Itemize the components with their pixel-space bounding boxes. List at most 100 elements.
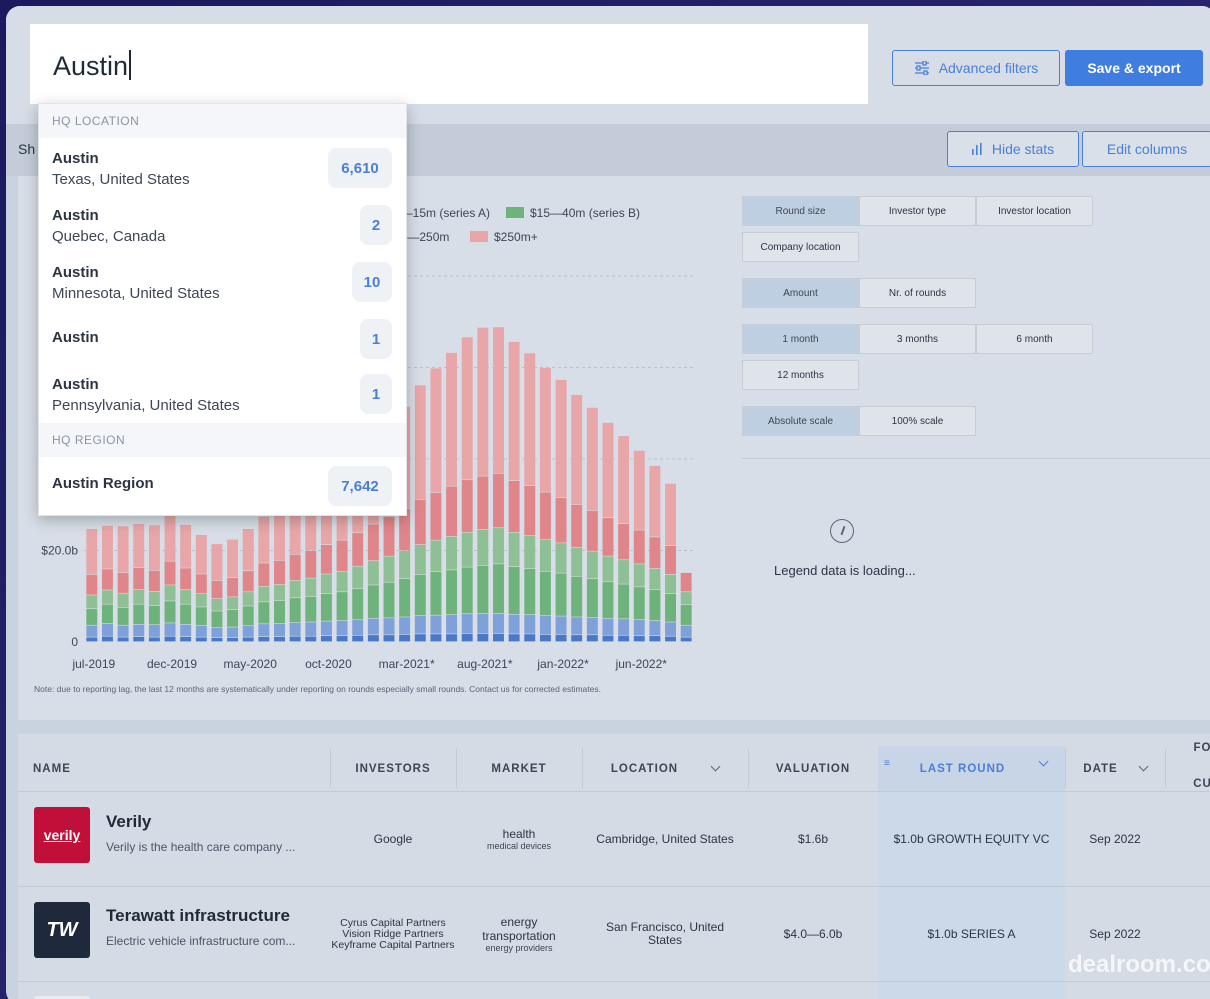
bar-segment[interactable] xyxy=(117,625,129,637)
bar-segment[interactable] xyxy=(539,539,551,571)
bar-segment[interactable] xyxy=(101,569,113,590)
bar-segment[interactable] xyxy=(430,492,442,540)
bar-segment[interactable] xyxy=(242,528,254,571)
bar-segment[interactable] xyxy=(665,622,677,636)
bar-segment[interactable] xyxy=(305,578,317,597)
bar-segment[interactable] xyxy=(586,635,598,642)
bar-segment[interactable] xyxy=(101,604,113,624)
bar-segment[interactable] xyxy=(477,529,489,565)
bar-segment[interactable] xyxy=(461,337,473,480)
header-location[interactable]: LOCATION xyxy=(582,746,748,791)
edit-columns-button[interactable]: Edit columns xyxy=(1082,131,1210,167)
bar-segment[interactable] xyxy=(477,613,489,634)
bar-segment[interactable] xyxy=(430,634,442,642)
bar-segment[interactable] xyxy=(148,570,160,592)
bar-segment[interactable] xyxy=(274,623,285,637)
bar-segment[interactable] xyxy=(539,615,551,635)
option-12-months[interactable]: 12 months xyxy=(742,360,859,390)
bar-segment[interactable] xyxy=(461,567,473,614)
bar-segment[interactable] xyxy=(320,593,332,621)
bar-segment[interactable] xyxy=(383,635,395,642)
bar-segment[interactable] xyxy=(446,486,458,537)
bar-segment[interactable] xyxy=(633,587,645,620)
bar-segment[interactable] xyxy=(430,540,442,572)
bar-segment[interactable] xyxy=(164,623,176,636)
bar-segment[interactable] xyxy=(649,568,661,590)
bar-segment[interactable] xyxy=(211,598,223,611)
header-date[interactable]: DATE xyxy=(1065,746,1165,791)
option-company-location[interactable]: Company location xyxy=(742,232,859,262)
bar-segment[interactable] xyxy=(414,499,426,545)
option-round-size[interactable]: Round size xyxy=(742,196,859,226)
bar-segment[interactable] xyxy=(680,592,692,605)
option-6-month[interactable]: 6 month xyxy=(976,324,1093,354)
bar-segment[interactable] xyxy=(477,476,489,530)
bar-segment[interactable] xyxy=(133,624,145,637)
bar-segment[interactable] xyxy=(414,615,426,634)
bar-segment[interactable] xyxy=(86,574,98,595)
header-market[interactable]: MARKET xyxy=(456,746,582,791)
bar-segment[interactable] xyxy=(555,616,567,635)
bar-segment[interactable] xyxy=(195,637,207,642)
bar-segment[interactable] xyxy=(242,625,254,637)
bar-segment[interactable] xyxy=(446,536,458,570)
suggestion-item[interactable]: Austin 1 xyxy=(39,309,406,365)
bar-segment[interactable] xyxy=(399,634,411,642)
advanced-filters-button[interactable]: Advanced filters xyxy=(892,50,1060,86)
bar-segment[interactable] xyxy=(430,572,442,615)
bar-segment[interactable] xyxy=(227,609,239,627)
bar-segment[interactable] xyxy=(227,627,239,638)
bar-segment[interactable] xyxy=(461,614,473,634)
bar-segment[interactable] xyxy=(133,523,145,568)
bar-segment[interactable] xyxy=(586,510,598,551)
bar-segment[interactable] xyxy=(86,637,98,642)
bar-segment[interactable] xyxy=(649,620,661,636)
bar-segment[interactable] xyxy=(117,607,129,625)
bar-segment[interactable] xyxy=(289,622,301,636)
bar-segment[interactable] xyxy=(414,545,426,575)
option-100-scale[interactable]: 100% scale xyxy=(859,406,976,436)
bar-segment[interactable] xyxy=(274,560,285,585)
bar-segment[interactable] xyxy=(618,436,630,524)
bar-segment[interactable] xyxy=(602,635,614,642)
bar-segment[interactable] xyxy=(336,571,348,592)
bar-segment[interactable] xyxy=(101,590,113,604)
bar-segment[interactable] xyxy=(274,511,285,560)
bar-segment[interactable] xyxy=(414,385,426,500)
bar-segment[interactable] xyxy=(680,637,692,642)
bar-segment[interactable] xyxy=(524,615,536,634)
bar-segment[interactable] xyxy=(320,636,332,642)
bar-segment[interactable] xyxy=(414,574,426,616)
bar-segment[interactable] xyxy=(274,636,285,642)
bar-segment[interactable] xyxy=(305,596,317,622)
bar-segment[interactable] xyxy=(461,480,473,533)
bar-segment[interactable] xyxy=(665,636,677,642)
bar-segment[interactable] xyxy=(571,394,583,505)
bar-segment[interactable] xyxy=(164,561,176,585)
bar-segment[interactable] xyxy=(258,586,270,602)
bar-segment[interactable] xyxy=(618,635,630,642)
bar-segment[interactable] xyxy=(242,571,254,592)
bar-segment[interactable] xyxy=(493,633,504,642)
search-input[interactable]: Austin xyxy=(30,24,868,104)
bar-segment[interactable] xyxy=(524,634,536,642)
bar-segment[interactable] xyxy=(680,572,692,592)
bar-segment[interactable] xyxy=(352,588,364,620)
bar-segment[interactable] xyxy=(602,556,614,582)
bar-segment[interactable] xyxy=(367,635,379,642)
bar-segment[interactable] xyxy=(289,580,301,598)
bar-segment[interactable] xyxy=(320,574,332,594)
bar-segment[interactable] xyxy=(305,550,317,578)
bar-segment[interactable] xyxy=(180,636,192,642)
bar-segment[interactable] xyxy=(633,636,645,642)
bar-segment[interactable] xyxy=(101,525,113,569)
bar-segment[interactable] xyxy=(618,619,630,635)
bar-segment[interactable] xyxy=(195,534,207,574)
bar-segment[interactable] xyxy=(227,577,239,597)
bar-segment[interactable] xyxy=(164,585,176,601)
bar-segment[interactable] xyxy=(133,604,145,625)
bar-segment[interactable] xyxy=(633,450,645,530)
bar-segment[interactable] xyxy=(86,625,98,637)
suggestion-item[interactable]: Austin Texas, United States 6,610 xyxy=(39,138,406,194)
company-logo[interactable]: TW xyxy=(34,902,90,958)
